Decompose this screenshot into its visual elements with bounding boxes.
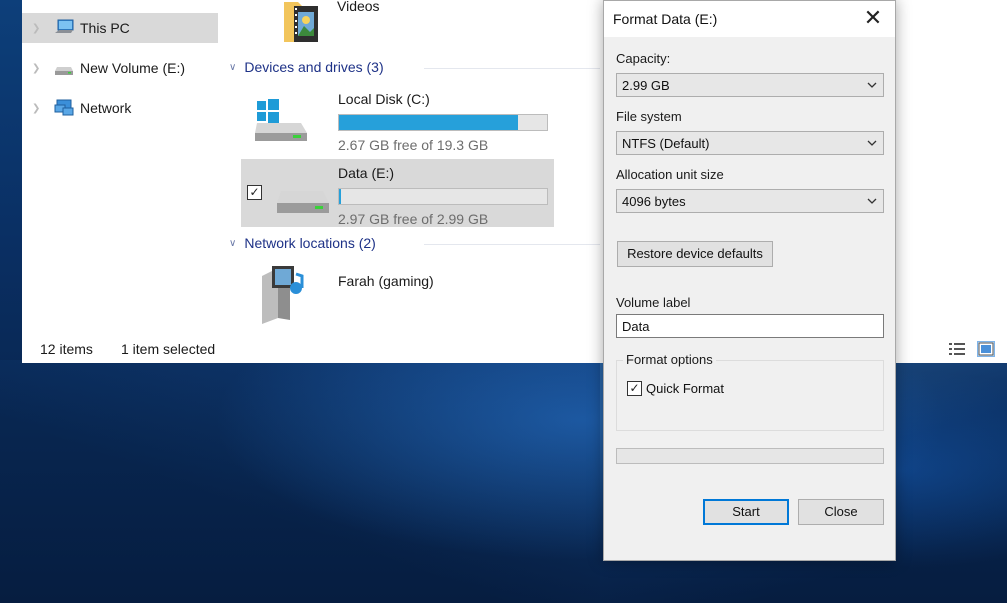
status-items-count: 12 items: [40, 341, 93, 357]
videos-folder-icon[interactable]: [282, 0, 322, 44]
format-options-legend: Format options: [623, 352, 716, 367]
chevron-down-icon: [865, 134, 879, 152]
capacity-select[interactable]: 2.99 GB: [616, 73, 884, 97]
nav-item-label: This PC: [80, 20, 130, 36]
drive-name: Local Disk (C:): [338, 91, 430, 107]
drive-usage-bar: [338, 114, 548, 131]
quick-format-label: Quick Format: [646, 381, 725, 396]
group-header-network[interactable]: ∨ Network locations (2): [229, 235, 376, 251]
network-location-name: Farah (gaming): [338, 273, 434, 289]
drive-free-space: 2.97 GB free of 2.99 GB: [338, 211, 489, 227]
nav-item-label: New Volume (E:): [80, 60, 186, 76]
drive-name: Data (E:): [338, 165, 395, 181]
chevron-down-icon: [865, 192, 879, 210]
status-selection: 1 item selected: [121, 341, 216, 357]
drive-tile-c[interactable]: Local Disk (C:) 2.67 GB free of 19.3 GB: [241, 85, 554, 153]
group-header-label: Network locations (2): [244, 235, 376, 251]
allocation-select[interactable]: 4096 bytes: [616, 189, 884, 213]
network-icon: [54, 99, 74, 117]
close-button[interactable]: Close: [798, 499, 884, 525]
quick-format-option[interactable]: ✓ Quick Format: [627, 381, 724, 396]
volume-label-input[interactable]: [616, 314, 884, 338]
nav-item-this-pc[interactable]: ❯ This PC: [22, 13, 218, 43]
nav-item-new-volume[interactable]: ❯ New Volume (E:): [22, 53, 218, 83]
file-system-select[interactable]: NTFS (Default): [616, 131, 884, 155]
drive-free-space: 2.67 GB free of 19.3 GB: [338, 137, 489, 153]
nav-item-network[interactable]: ❯ Network: [22, 93, 218, 123]
expand-chevron-icon[interactable]: ❯: [32, 103, 46, 114]
navigation-pane: ❯ This PC ❯ New Volume (E:) ❯ Network: [22, 0, 219, 334]
drive-icon: [275, 181, 331, 217]
file-system-value: NTFS (Default): [622, 136, 710, 151]
drive-usage-fill: [339, 115, 519, 130]
expand-chevron-icon[interactable]: ❯: [32, 23, 46, 34]
wallpaper-light-beam-left: [0, 360, 600, 603]
group-divider: [424, 68, 600, 69]
details-view-icon[interactable]: [948, 341, 966, 357]
nav-item-label: Network: [80, 100, 132, 116]
start-button[interactable]: Start: [703, 499, 789, 525]
windows-drive-icon: [253, 97, 309, 143]
format-progress-bar: [616, 448, 884, 464]
computer-icon: [54, 19, 74, 37]
close-icon[interactable]: ✕: [851, 1, 895, 37]
collapse-chevron-icon[interactable]: ∨: [229, 62, 236, 73]
allocation-label: Allocation unit size: [616, 167, 724, 182]
large-icons-view-icon[interactable]: [977, 341, 995, 357]
collapse-chevron-icon[interactable]: ∨: [229, 238, 236, 249]
format-options-group: Format options ✓ Quick Format: [616, 352, 884, 431]
chevron-down-icon: [865, 76, 879, 94]
quick-format-checkbox[interactable]: ✓: [627, 381, 642, 396]
drive-usage-fill: [339, 189, 342, 204]
volume-label-label: Volume label: [616, 295, 691, 310]
drive-tile-e[interactable]: ✓ Data (E:) 2.97 GB free of 2.99 GB: [241, 159, 554, 227]
file-system-label: File system: [616, 109, 682, 124]
network-location-farah[interactable]: Farah (gaming): [241, 258, 554, 328]
media-server-icon: [256, 262, 312, 324]
restore-defaults-button[interactable]: Restore device defaults: [617, 241, 773, 267]
capacity-value: 2.99 GB: [622, 78, 670, 93]
folder-label-videos[interactable]: Videos: [337, 0, 380, 14]
group-divider: [424, 244, 600, 245]
capacity-label: Capacity:: [616, 51, 671, 66]
drive-usage-bar: [338, 188, 548, 205]
dialog-title: Format Data (E:): [613, 11, 718, 27]
drive-icon: [54, 59, 74, 77]
dialog-titlebar[interactable]: Format Data (E:) ✕: [604, 1, 895, 37]
selection-checkbox[interactable]: ✓: [247, 185, 262, 200]
expand-chevron-icon[interactable]: ❯: [32, 63, 46, 74]
allocation-value: 4096 bytes: [622, 194, 686, 209]
group-header-devices[interactable]: ∨ Devices and drives (3): [229, 59, 384, 75]
format-dialog: Format Data (E:) ✕ Capacity: 2.99 GB Fil…: [603, 0, 896, 561]
group-header-label: Devices and drives (3): [244, 59, 384, 75]
